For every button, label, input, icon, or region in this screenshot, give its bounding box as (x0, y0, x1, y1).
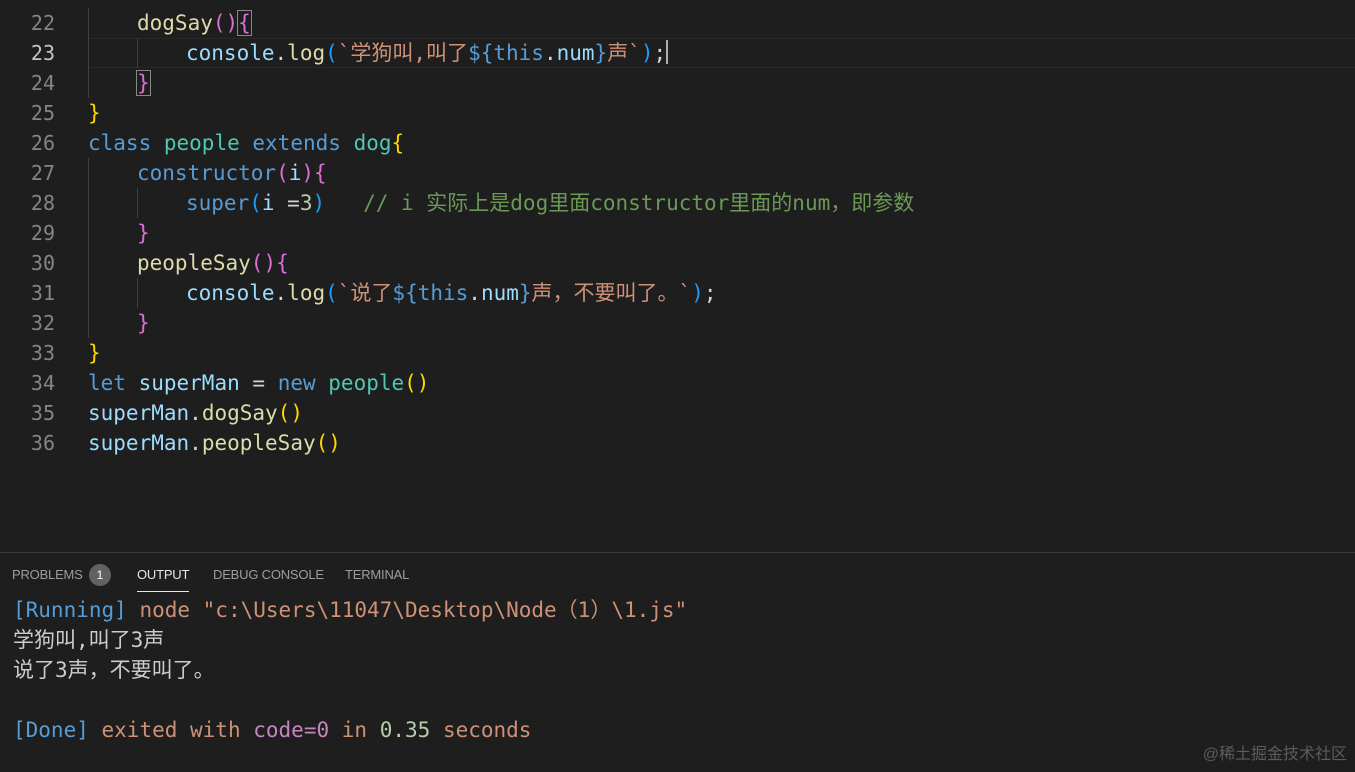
indent-guide (88, 308, 89, 338)
line-number: 35 (30, 401, 55, 425)
indent-guide (137, 278, 138, 308)
code-line[interactable]: 24 } (0, 68, 1355, 98)
code-text: console.log(`说了${this.num}声，不要叫了。`); (186, 281, 717, 305)
code-text: } (136, 70, 151, 96)
line-number: 33 (30, 341, 55, 365)
code-text: constructor(i){ (137, 161, 327, 185)
code-text: let superMan = new people() (88, 371, 430, 395)
text-cursor (666, 40, 669, 64)
code-line[interactable]: 27 constructor(i){ (0, 158, 1355, 188)
line-number: 36 (30, 431, 55, 455)
indent-guide (137, 38, 138, 68)
code-line[interactable]: 31 console.log(`说了${this.num}声，不要叫了。`); (0, 278, 1355, 308)
tab-problems[interactable]: PROBLEMS (12, 567, 83, 582)
line-number: 27 (30, 161, 55, 185)
bottom-panel: PROBLEMS 1 OUTPUT DEBUG CONSOLE TERMINAL… (0, 552, 1355, 772)
code-text: peopleSay(){ (137, 251, 289, 275)
line-number: 29 (30, 221, 55, 245)
code-text: } (137, 221, 150, 245)
indent-guide (88, 38, 89, 68)
code-editor[interactable]: 22 dogSay(){ 23 console.log(`学狗叫,叫了${thi… (0, 0, 1355, 552)
indent-guide (88, 248, 89, 278)
code-line[interactable]: 22 dogSay(){ (0, 8, 1355, 38)
watermark: @稀土掘金技术社区 (1202, 746, 1347, 763)
indent-guide (88, 8, 89, 38)
code-text: dogSay(){ (137, 10, 252, 36)
line-number: 22 (30, 11, 55, 35)
tab-output[interactable]: OUTPUT (137, 567, 190, 592)
code-line[interactable]: 35 superMan.dogSay() (0, 398, 1355, 428)
code-text: } (137, 311, 150, 335)
code-line[interactable]: 25 } (0, 98, 1355, 128)
tab-terminal[interactable]: TERMINAL (345, 567, 409, 582)
indent-guide (88, 218, 89, 248)
indent-guide (137, 188, 138, 218)
code-text: class people extends dog{ (88, 131, 405, 155)
indent-guide (88, 188, 89, 218)
problems-count-badge: 1 (89, 564, 111, 586)
code-text: superMan.dogSay() (88, 401, 303, 425)
output-running-line: [Running] node "c:\Users\11047\Desktop\N… (13, 598, 688, 622)
line-number: 23 (30, 41, 55, 65)
line-number: 32 (30, 311, 55, 335)
code-line[interactable]: 36 superMan.peopleSay() (0, 428, 1355, 458)
tab-debug-console[interactable]: DEBUG CONSOLE (213, 567, 324, 582)
indent-guide (88, 278, 89, 308)
line-number: 34 (30, 371, 55, 395)
code-line-current[interactable]: 23 console.log(`学狗叫,叫了${this.num}声`); (0, 38, 1355, 68)
line-number: 25 (30, 101, 55, 125)
code-line[interactable]: 29 } (0, 218, 1355, 248)
output-line: 学狗叫,叫了3声 (13, 628, 165, 652)
code-text: super(i =3) // i 实际上是dog里面constructor里面的… (186, 191, 915, 215)
code-line[interactable]: 34 let superMan = new people() (0, 368, 1355, 398)
line-number: 26 (30, 131, 55, 155)
code-line[interactable]: 28 super(i =3) // i 实际上是dog里面constructor… (0, 188, 1355, 218)
code-text: } (88, 341, 101, 365)
code-text: console.log(`学狗叫,叫了${this.num}声`); (186, 40, 669, 65)
indent-guide (88, 158, 89, 188)
panel-tabs: PROBLEMS 1 OUTPUT DEBUG CONSOLE TERMINAL (0, 553, 1355, 597)
code-line[interactable]: 33 } (0, 338, 1355, 368)
code-line[interactable]: 26 class people extends dog{ (0, 128, 1355, 158)
code-line[interactable]: 30 peopleSay(){ (0, 248, 1355, 278)
indent-guide (88, 68, 89, 98)
line-number: 31 (30, 281, 55, 305)
code-text: } (88, 101, 101, 125)
code-text: superMan.peopleSay() (88, 431, 341, 455)
code-line[interactable]: 32 } (0, 308, 1355, 338)
line-number: 30 (30, 251, 55, 275)
output-line: 说了3声，不要叫了。 (13, 658, 215, 682)
output-done-line: [Done] exited with code=0 in 0.35 second… (13, 718, 532, 742)
line-number: 24 (30, 71, 55, 95)
line-number: 28 (30, 191, 55, 215)
